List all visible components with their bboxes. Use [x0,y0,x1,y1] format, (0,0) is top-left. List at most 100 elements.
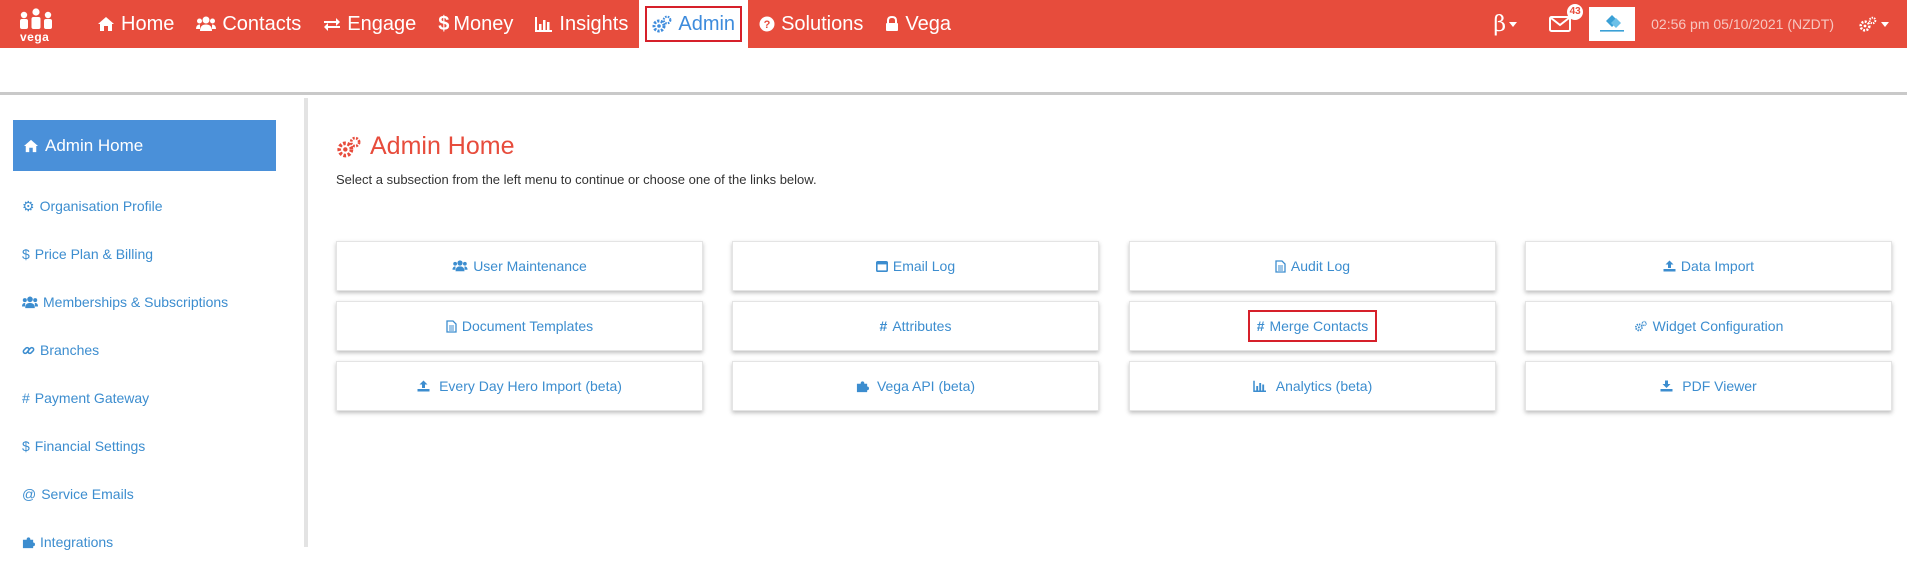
card-label: Document Templates [461,318,594,334]
card-audit-log[interactable]: Audit Log [1129,241,1496,291]
link-icon [22,344,35,357]
dollar-icon: $ [22,246,30,262]
card-label: Vega API (beta) [876,378,976,394]
chevron-down-icon [1509,21,1518,27]
upload-icon [417,380,430,392]
page-title-text: Admin Home [370,132,515,160]
admin-sidebar: Admin Home ⚙ Organisation Profile $ Pric… [0,98,308,550]
nav-engage[interactable]: Engage [312,0,427,48]
sidebar-item-label: Price Plan & Billing [34,246,154,262]
exchange-icon [324,18,341,31]
main-nav: Home Contacts Engage $ Money Insights Ad… [86,0,962,48]
hash-icon: # [22,390,30,406]
logo-text: vega [20,30,50,44]
card-label: Widget Configuration [1652,318,1784,334]
nav-engage-label: Engage [347,12,417,35]
home-icon [98,17,114,31]
nav-admin-highlight: Admin [645,6,743,42]
card-label: PDF Viewer [1682,378,1757,394]
vega-logo[interactable]: vega [16,6,56,44]
card-merge-contacts[interactable]: # Merge Contacts [1129,301,1496,351]
organisation-logo[interactable] [1589,7,1636,41]
users-icon [452,260,468,272]
sidebar-item-price-plan[interactable]: $ Price Plan & Billing [22,230,228,278]
card-user-maintenance[interactable]: User Maintenance [336,241,703,291]
users-icon [22,296,38,309]
sidebar-list: ⚙ Organisation Profile $ Price Plan & Bi… [22,182,228,566]
cogs-icon [1859,16,1877,32]
puzzle-icon [856,380,869,393]
cogs-icon [337,136,361,157]
datetime-display: 02:56 pm 05/10/2021 (NZDT) [1651,16,1834,32]
sidebar-item-payment-gateway[interactable]: # Payment Gateway [22,374,228,422]
nav-admin[interactable]: Admin [639,0,749,48]
card-email-log[interactable]: Email Log [732,241,1099,291]
mail-count-badge: 43 [1567,4,1584,20]
page-subtitle: Select a subsection from the left menu t… [336,172,817,187]
card-data-import[interactable]: Data Import [1525,241,1892,291]
sidebar-item-label: Integrations [40,534,114,550]
lock-icon [886,16,899,31]
nav-home-label: Home [121,12,175,35]
sidebar-item-label: Payment Gateway [34,390,150,406]
right-tools: β 43 02:56 pm 05/10/2021 (NZDT) [1493,0,1907,48]
svg-text:?: ? [764,19,771,31]
card-widget-configuration[interactable]: Widget Configuration [1525,301,1892,351]
card-pdf-viewer[interactable]: PDF Viewer [1525,361,1892,411]
merge-contacts-highlight: # Merge Contacts [1247,310,1378,342]
nav-solutions-label: Solutions [781,12,864,35]
window-icon [875,260,888,272]
question-circle-icon: ? [759,16,775,32]
card-label: User Maintenance [473,258,587,274]
file-icon [1275,259,1286,273]
envelope-icon [1549,16,1572,32]
mail-button[interactable]: 43 [1549,4,1584,36]
sidebar-item-memberships[interactable]: Memberships & Subscriptions [22,278,228,326]
gear-icon: ⚙ [22,197,35,214]
sidebar-item-label: Financial Settings [34,438,146,454]
top-navbar: vega Home Contacts Engage $ Money Insigh… [0,0,1907,48]
sidebar-item-label: Branches [40,342,100,358]
nav-solutions[interactable]: ? Solutions [748,0,874,48]
dollar-icon: $ [22,438,30,454]
card-every-day-hero-import[interactable]: Every Day Hero Import (beta) [336,361,703,411]
card-label: Email Log [892,258,956,274]
beta-menu[interactable]: β [1493,11,1518,37]
card-vega-api[interactable]: Vega API (beta) [732,361,1099,411]
nav-vega[interactable]: Vega [874,0,962,48]
sidebar-item-label: Organisation Profile [39,198,163,214]
bar-chart-icon [1253,380,1267,392]
sidebar-item-label: Memberships & Subscriptions [43,294,229,310]
dollar-icon: $ [438,12,450,35]
sidebar-item-financial-settings[interactable]: $ Financial Settings [22,422,228,470]
sidebar-header-label: Admin Home [45,135,144,155]
nav-insights[interactable]: Insights [524,0,639,48]
card-analytics[interactable]: Analytics (beta) [1129,361,1496,411]
sidebar-header-admin-home[interactable]: Admin Home [13,120,276,171]
nav-money-label: Money [453,12,514,35]
sidebar-item-branches[interactable]: Branches [22,326,228,374]
card-label: Every Day Hero Import (beta) [439,378,622,394]
sidebar-item-label: Service Emails [41,486,134,502]
sidebar-item-organisation-profile[interactable]: ⚙ Organisation Profile [22,182,228,230]
nav-contacts[interactable]: Contacts [185,0,312,48]
beta-label: β [1493,11,1507,37]
nav-home[interactable]: Home [86,0,185,48]
card-label: Data Import [1680,258,1755,274]
card-document-templates[interactable]: Document Templates [336,301,703,351]
users-icon [196,16,217,31]
sidebar-item-service-emails[interactable]: @ Service Emails [22,470,228,518]
card-attributes[interactable]: # Attributes [732,301,1099,351]
hash-icon: # [1256,318,1265,334]
home-icon [24,139,38,152]
sub-toolbar [0,48,1907,95]
nav-money[interactable]: $ Money [427,0,524,48]
download-icon [1660,380,1673,392]
nav-contacts-label: Contacts [222,12,302,35]
file-text-icon [446,319,457,333]
settings-menu[interactable] [1858,16,1889,32]
page-title: Admin Home [336,132,515,161]
chevron-down-icon [1881,21,1889,27]
card-label: Audit Log [1290,258,1351,274]
sidebar-item-integrations[interactable]: Integrations [22,518,228,566]
